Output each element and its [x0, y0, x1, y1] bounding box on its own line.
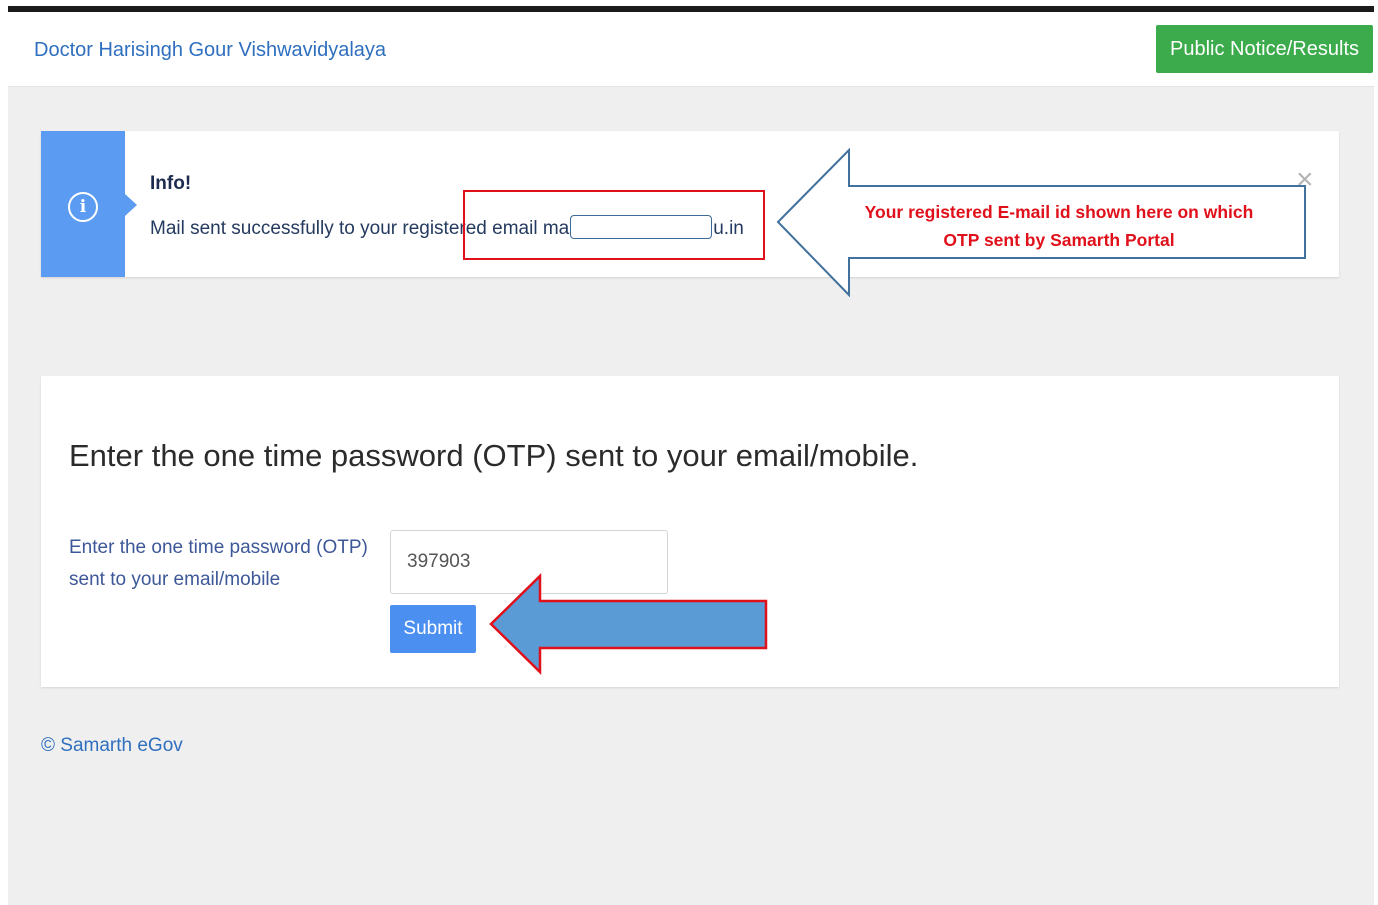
info-icon: i — [68, 192, 98, 222]
footer-copyright: © Samarth eGov — [41, 735, 183, 756]
submit-pointer-arrow — [489, 573, 768, 675]
submit-button[interactable]: Submit — [390, 605, 476, 653]
callout-line-1: Your registered E-mail id shown here on … — [864, 202, 1254, 222]
public-notice-button[interactable]: Public Notice/Results — [1156, 25, 1373, 73]
otp-label: Enter the one time password (OTP) sent t… — [69, 537, 368, 590]
callout-text: Your registered E-mail id shown here on … — [825, 198, 1293, 254]
callout-line-2: OTP sent by Samarth Portal — [943, 230, 1175, 250]
navbar: Doctor Harisingh Gour Vishwavidyalaya Pu… — [8, 12, 1374, 87]
email-highlight-box — [463, 190, 765, 260]
brand-link[interactable]: Doctor Harisingh Gour Vishwavidyalaya — [34, 39, 386, 62]
alert-icon-panel: i — [41, 131, 125, 277]
otp-heading: Enter the one time password (OTP) sent t… — [69, 438, 919, 473]
alert-title: Info! — [150, 173, 192, 194]
alert-icon-notch — [125, 194, 137, 216]
